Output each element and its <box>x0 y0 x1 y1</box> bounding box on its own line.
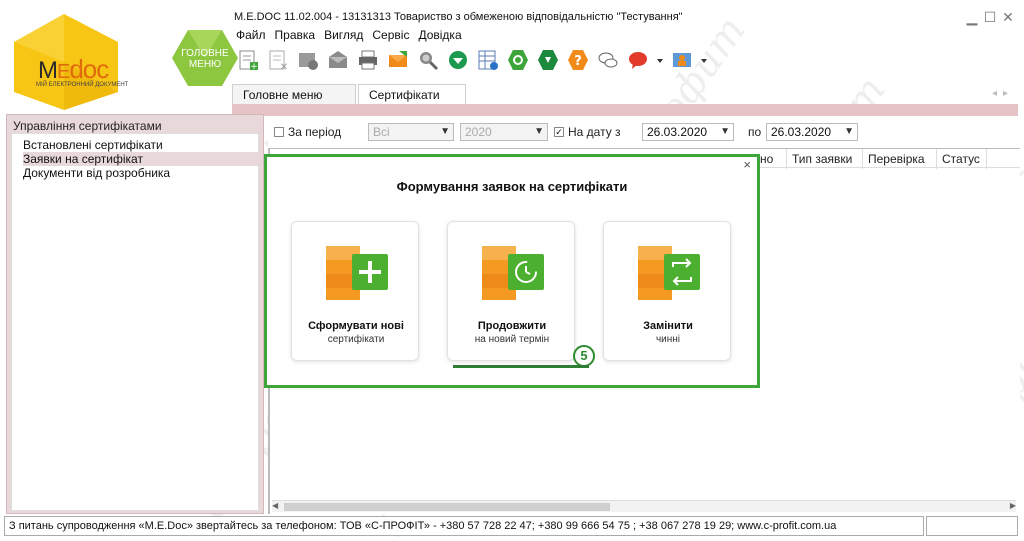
card-title: Сформувати нові <box>308 320 404 332</box>
on-date-checkbox[interactable]: ✓ <box>554 127 564 137</box>
dropdown-arrow-icon[interactable] <box>700 48 708 72</box>
to-label: по <box>748 125 762 139</box>
user-settings-icon[interactable] <box>670 48 694 72</box>
column-divider <box>862 149 863 169</box>
sidebar-list <box>11 133 259 511</box>
sidebar: Управління сертифікатами Встановлені сер… <box>6 114 264 514</box>
column-header-number[interactable]: но <box>760 152 773 166</box>
menu-edit[interactable]: Правка <box>275 28 316 44</box>
menu-service[interactable]: Сервіс <box>372 28 409 44</box>
column-header-verification[interactable]: Перевірка <box>868 152 925 166</box>
period-checkbox[interactable] <box>274 127 284 137</box>
filter-bar: За період Всі ▼ 2020 ▼ ✓ На дату з 26.03.2… <box>268 122 1020 144</box>
delete-document-icon[interactable]: ✕ <box>266 48 290 72</box>
scrollbar-thumb[interactable] <box>284 503 610 511</box>
plus-icon <box>326 246 388 300</box>
card-title: Замінити <box>643 320 693 332</box>
selection-underline <box>453 365 589 368</box>
period-select[interactable]: Всі ▼ <box>368 123 454 141</box>
svg-text:?: ? <box>574 54 582 69</box>
chat-bubbles-icon[interactable] <box>596 48 620 72</box>
column-divider <box>786 149 787 169</box>
sidebar-title: Управління сертифікатами <box>13 119 162 133</box>
sidebar-item-developer-documents[interactable]: Документи від розробника <box>23 166 259 180</box>
download-icon[interactable] <box>536 48 560 72</box>
mail-icon[interactable] <box>326 48 350 72</box>
svg-text:+: + <box>250 62 258 71</box>
column-divider <box>936 149 937 169</box>
chevron-down-icon: ▼ <box>534 126 544 137</box>
refresh-icon[interactable] <box>506 48 530 72</box>
certificate-request-dialog: × Формування заявок на сертифікати Сформ… <box>264 154 760 388</box>
search-icon[interactable] <box>416 48 440 72</box>
card-subtitle: на новий термін <box>474 334 550 345</box>
sidebar-item-certificate-requests[interactable]: Заявки на сертифікат <box>23 152 259 166</box>
dropdown-arrow-icon[interactable] <box>656 48 664 72</box>
date-to-select[interactable]: 26.03.2020 ▼ <box>766 123 858 141</box>
logo-text: MEdoc <box>38 54 109 84</box>
dialog-close-icon[interactable]: × <box>743 157 751 172</box>
settings-gear-icon[interactable] <box>296 48 320 72</box>
chevron-down-icon: ▼ <box>440 126 450 137</box>
toolbar: + ✕ ? <box>236 46 708 74</box>
scroll-left-icon[interactable]: ◀ <box>272 501 278 510</box>
column-header-request-type[interactable]: Тип заявки <box>792 152 852 166</box>
printer-icon[interactable] <box>356 48 380 72</box>
minimize-icon[interactable]: ▁ <box>964 10 980 24</box>
chevron-down-icon: ▼ <box>844 126 854 137</box>
clock-renew-icon <box>482 246 544 300</box>
maximize-icon[interactable]: ☐ <box>982 10 998 24</box>
column-divider <box>986 149 987 169</box>
tab-bar: Головне меню Сертифікати ✕ ◂▸ <box>232 84 1018 116</box>
extend-certificates-card[interactable]: Продовжити на новий термін <box>447 221 575 361</box>
svg-text:✕: ✕ <box>280 62 288 71</box>
tab-scroll-arrows[interactable]: ◂▸ <box>992 88 1014 99</box>
step-number-badge: 5 <box>573 345 595 367</box>
menu-view[interactable]: Вигляд <box>324 28 363 44</box>
period-label: За період <box>288 125 342 139</box>
help-question-icon[interactable]: ? <box>566 48 590 72</box>
main-menu-hex-label: ГОЛОВНЕ МЕНЮ <box>181 48 229 70</box>
tab-certificates[interactable]: Сертифікати ✕ <box>358 84 466 116</box>
create-new-certificates-card[interactable]: Сформувати нові сертифікати <box>291 221 419 361</box>
calendar-grid-icon[interactable] <box>476 48 500 72</box>
on-date-label: На дату з <box>568 125 621 139</box>
column-header-status[interactable]: Статус <box>942 152 980 166</box>
status-bar-secondary <box>926 516 1018 536</box>
swap-arrows-icon <box>638 246 700 300</box>
card-subtitle: чинні <box>655 334 681 345</box>
inbox-tray-icon[interactable] <box>446 48 470 72</box>
sidebar-item-installed-certificates[interactable]: Встановлені сертифікати <box>23 138 259 152</box>
menu-file[interactable]: Файл <box>236 28 266 44</box>
app-window: С-Профит С-Профит С-Профит С-Профит С-Пр… <box>0 0 1024 541</box>
horizontal-scrollbar[interactable]: ◀ ▶ <box>272 500 1016 512</box>
year-select[interactable]: 2020 ▼ <box>460 123 548 141</box>
card-subtitle: сертифікати <box>327 334 385 345</box>
status-bar: З питань супроводження «M.E.Doc» звертай… <box>4 516 924 536</box>
red-chat-icon[interactable] <box>626 48 650 72</box>
send-envelope-icon[interactable] <box>386 48 410 72</box>
window-titlebar: M.E.DOC 11.02.004 - 13131313 Товариство … <box>232 8 1018 28</box>
new-document-icon[interactable]: + <box>236 48 260 72</box>
close-window-icon[interactable]: ✕ <box>1000 10 1016 24</box>
tab-content-divider <box>232 104 1018 116</box>
dialog-title: Формування заявок на сертифікати <box>396 179 628 194</box>
menu-help[interactable]: Довідка <box>418 28 461 44</box>
logo-subtitle: МІЙ ЕЛЕКТРОННИЙ ДОКУМЕНТ <box>36 82 129 88</box>
chevron-down-icon: ▼ <box>720 126 730 137</box>
tab-main-menu[interactable]: Головне меню <box>232 84 356 104</box>
window-title: M.E.DOC 11.02.004 - 13131313 Товариство … <box>234 11 683 23</box>
menu-bar: Файл Правка Вигляд Сервіс Довідка <box>236 28 462 44</box>
scroll-right-icon[interactable]: ▶ <box>1010 501 1016 510</box>
card-title: Продовжити <box>477 320 547 332</box>
replace-certificates-card[interactable]: Замінити чинні <box>603 221 731 361</box>
date-from-select[interactable]: 26.03.2020 ▼ <box>642 123 734 141</box>
